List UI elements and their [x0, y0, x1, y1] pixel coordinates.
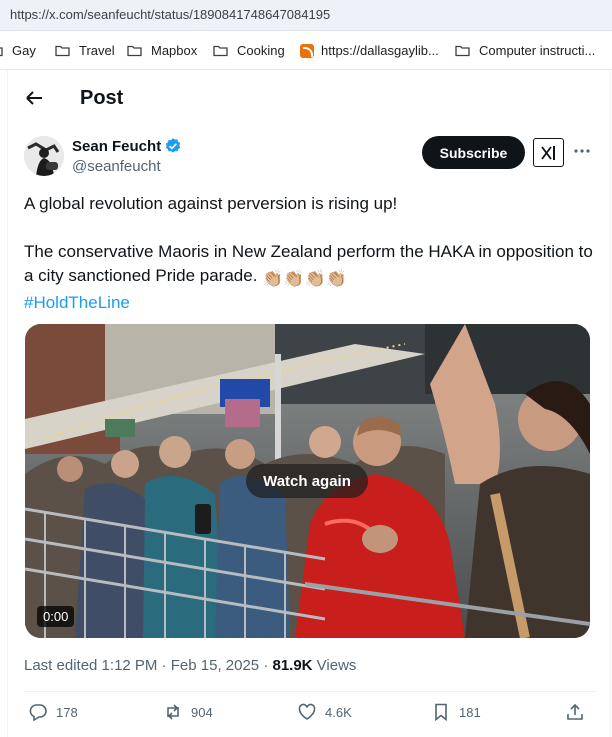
bookmark-label: Cooking: [237, 43, 285, 58]
folder-icon: [0, 46, 3, 56]
url-text[interactable]: https://x.com/seanfeucht/status/18908417…: [10, 7, 330, 22]
watch-again-button[interactable]: Watch again: [246, 464, 368, 498]
action-bar: 178 904 4.6K 181: [8, 702, 612, 728]
more-options-icon[interactable]: [573, 142, 591, 160]
folder-icon: [455, 45, 470, 56]
bookmark-dallasgaylib[interactable]: https://dallasgaylib...: [300, 43, 439, 58]
reply-count: 178: [56, 704, 78, 720]
post-column: Post Sean Feucht @seanfeucht Subscribe A…: [7, 70, 611, 737]
clapping-hands-emoji: 👏🏼👏🏼👏🏼👏🏼: [262, 269, 347, 288]
video-time: 0:00: [37, 606, 75, 627]
back-arrow-icon[interactable]: [24, 88, 44, 108]
divider: [24, 691, 596, 692]
bookmark-label: Travel: [79, 43, 115, 58]
subscribe-button[interactable]: Subscribe: [422, 136, 525, 169]
grok-icon: [540, 145, 555, 160]
edited-timestamp[interactable]: Last edited 1:12 PM · Feb 15, 2025 ·: [24, 657, 272, 674]
avatar[interactable]: [24, 136, 64, 176]
bookmark-count: 181: [459, 704, 481, 720]
grok-button[interactable]: [533, 138, 564, 167]
bookmarks-bar: Gay Travel Mapbox Cooking https://dallas…: [0, 31, 612, 70]
author-name[interactable]: Sean Feucht: [72, 138, 161, 155]
share-button[interactable]: [565, 702, 593, 722]
repost-button[interactable]: 904: [163, 702, 213, 722]
folder-icon: [213, 45, 228, 56]
reply-button[interactable]: 178: [28, 702, 78, 722]
repost-icon: [167, 704, 179, 720]
bookmark-gay[interactable]: Gay: [0, 43, 36, 58]
post-metadata: Last edited 1:12 PM · Feb 15, 2025 · 81.…: [24, 657, 356, 674]
heart-icon: [298, 703, 316, 720]
views-label: Views: [312, 657, 357, 674]
like-button[interactable]: 4.6K: [297, 702, 352, 722]
bookmark-mapbox[interactable]: Mapbox: [127, 43, 197, 58]
reply-icon: [29, 704, 47, 722]
bookmark-computer-instructions[interactable]: Computer instructi...: [455, 43, 595, 58]
hashtag-link[interactable]: #HoldTheLine: [24, 293, 130, 312]
bookmark-icon: [435, 703, 447, 722]
repost-count: 904: [191, 704, 213, 720]
folder-icon: [55, 45, 70, 56]
tweet-line: A global revolution against perversion i…: [24, 194, 398, 213]
views-count: 81.9K: [272, 657, 313, 674]
bookmark-label: Computer instructi...: [479, 43, 596, 58]
rss-icon: [300, 43, 314, 58]
folder-icon: [127, 45, 142, 56]
share-icon: [567, 703, 583, 720]
bookmark-label: Mapbox: [151, 43, 198, 58]
author-handle[interactable]: @seanfeucht: [72, 158, 161, 175]
avatar-image: [24, 136, 64, 176]
verified-badge-icon[interactable]: [164, 137, 182, 155]
bookmark-label: https://dallasgaylib...: [321, 43, 439, 58]
like-count: 4.6K: [325, 704, 352, 720]
address-bar[interactable]: https://x.com/seanfeucht/status/18908417…: [0, 0, 612, 31]
video-player[interactable]: Watch again 0:00: [25, 324, 590, 638]
author-name-row[interactable]: Sean Feucht: [72, 137, 182, 155]
tweet-paragraph: The conservative Maoris in New Zealand p…: [24, 240, 602, 291]
bookmark-cooking[interactable]: Cooking: [213, 43, 285, 58]
bookmark-label: Gay: [12, 43, 36, 58]
page-title: Post: [80, 87, 124, 109]
tweet-text: A global revolution against perversion i…: [24, 192, 602, 315]
bookmark-button[interactable]: 181: [431, 702, 481, 722]
bookmark-travel[interactable]: Travel: [55, 43, 115, 58]
